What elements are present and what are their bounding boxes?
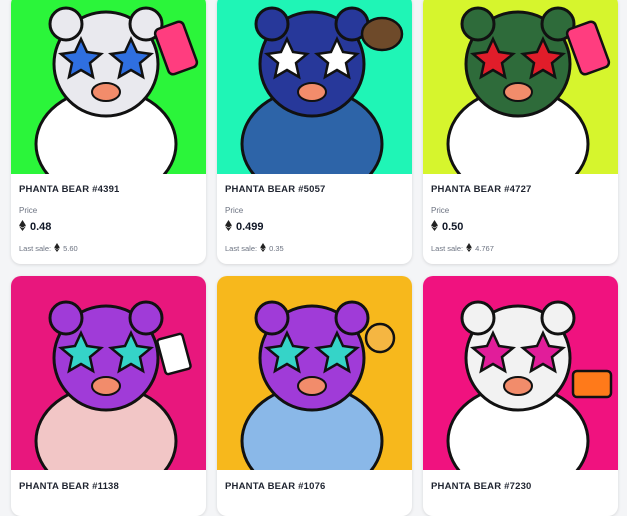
nft-card[interactable]: PHANTA BEAR #1138 <box>11 276 206 516</box>
bear-illustration <box>11 276 206 470</box>
ethereum-icon <box>54 243 60 254</box>
bear-illustration <box>217 276 412 470</box>
nft-title[interactable]: PHANTA BEAR #1138 <box>19 481 119 492</box>
price-label: Price <box>19 206 38 215</box>
bear-illustration <box>423 276 618 470</box>
price-value: 0.50 <box>442 221 464 233</box>
nft-image <box>11 276 206 470</box>
last-sale-value: 4.767 <box>475 244 494 253</box>
price-row: 0.499 <box>225 218 264 236</box>
last-sale-label: Last sale: <box>431 244 464 253</box>
ethereum-icon <box>466 243 472 254</box>
last-sale-label: Last sale: <box>19 244 52 253</box>
bear-illustration <box>217 0 412 174</box>
ethereum-icon <box>431 218 438 236</box>
nft-image <box>423 0 618 174</box>
last-sale-value: 0.35 <box>269 244 284 253</box>
price-value: 0.48 <box>30 221 52 233</box>
bear-illustration <box>423 0 618 174</box>
price-label: Price <box>431 206 450 215</box>
ethereum-icon <box>260 243 266 254</box>
ethereum-icon <box>19 218 26 236</box>
bear-illustration <box>11 0 206 174</box>
last-sale-label: Last sale: <box>225 244 258 253</box>
nft-card[interactable]: PHANTA BEAR #4391 Price 0.48 Last sale: … <box>11 0 206 264</box>
last-sale-row: Last sale: 4.767 <box>431 243 494 254</box>
nft-image <box>423 276 618 470</box>
last-sale-row: Last sale: 5.60 <box>19 243 78 254</box>
price-label: Price <box>225 206 244 215</box>
nft-card[interactable]: PHANTA BEAR #4727 Price 0.50 Last sale: … <box>423 0 618 264</box>
nft-title[interactable]: PHANTA BEAR #4391 <box>19 184 120 195</box>
price-row: 0.50 <box>431 218 463 236</box>
nft-card[interactable]: PHANTA BEAR #1076 <box>217 276 412 516</box>
nft-title[interactable]: PHANTA BEAR #5057 <box>225 184 326 195</box>
nft-title[interactable]: PHANTA BEAR #7230 <box>431 481 532 492</box>
nft-image <box>11 0 206 174</box>
nft-title[interactable]: PHANTA BEAR #1076 <box>225 481 326 492</box>
price-row: 0.48 <box>19 218 51 236</box>
last-sale-value: 5.60 <box>63 244 78 253</box>
last-sale-row: Last sale: 0.35 <box>225 243 284 254</box>
nft-title[interactable]: PHANTA BEAR #4727 <box>431 184 532 195</box>
nft-image <box>217 276 412 470</box>
ethereum-icon <box>225 218 232 236</box>
nft-image <box>217 0 412 174</box>
price-value: 0.499 <box>236 221 264 233</box>
nft-card[interactable]: PHANTA BEAR #7230 <box>423 276 618 516</box>
nft-card[interactable]: PHANTA BEAR #5057 Price 0.499 Last sale:… <box>217 0 412 264</box>
